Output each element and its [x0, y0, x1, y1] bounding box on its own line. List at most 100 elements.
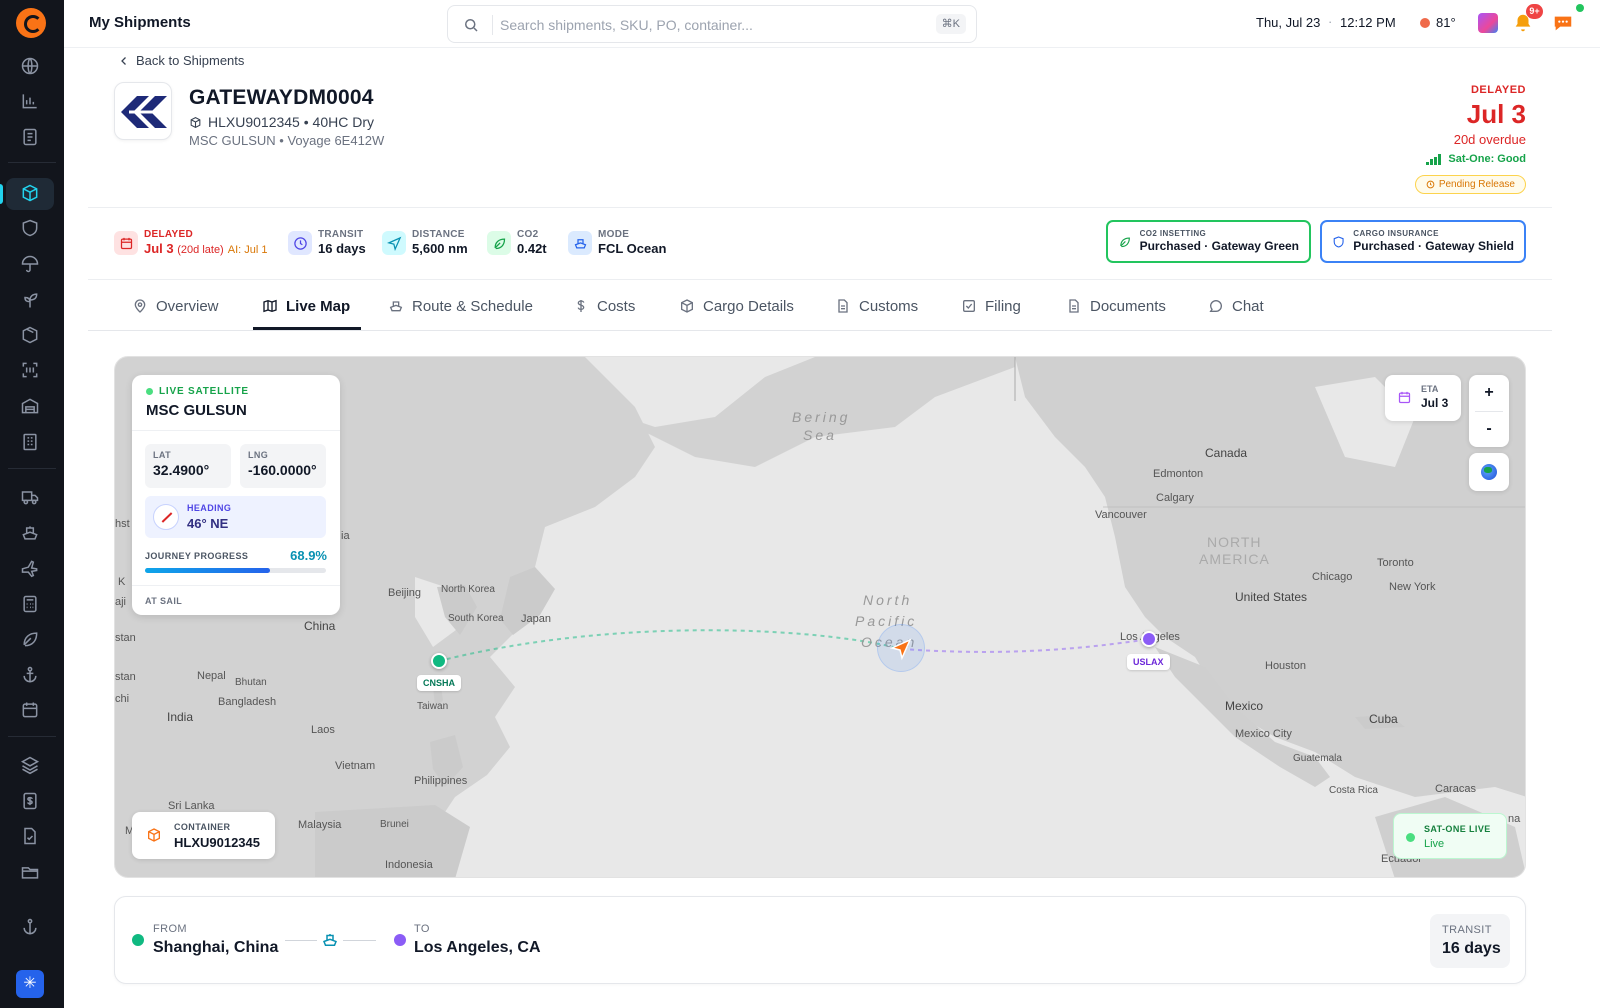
sprout-icon[interactable] — [18, 288, 42, 312]
map-label: China — [304, 619, 336, 633]
metric-transit: TRANSIT 16 days — [288, 227, 366, 259]
container-number: HLXU9012345 — [174, 835, 260, 850]
lat-label: LAT — [153, 450, 172, 460]
route-line — [343, 940, 376, 941]
container-label: CONTAINER — [174, 822, 231, 832]
map-label: Sri Lanka — [168, 800, 215, 812]
search-shortcut: ⌘K — [935, 14, 966, 34]
plane-icon[interactable] — [18, 556, 42, 580]
building-icon[interactable] — [18, 430, 42, 454]
app-launcher-icon[interactable] — [1478, 13, 1498, 33]
sat-status: Sat-One: Good — [1426, 153, 1526, 165]
metric-label: DELAYED — [144, 228, 193, 240]
invoice-icon[interactable] — [18, 789, 42, 813]
search-divider — [492, 15, 493, 35]
tab-documents[interactable]: Documents — [1066, 281, 1166, 331]
journey-progress-fill — [145, 568, 270, 573]
heading-box: HEADING 46° NE — [145, 496, 326, 538]
live-dot-icon — [1406, 833, 1415, 842]
destination-port-marker[interactable] — [1141, 631, 1157, 647]
scan-icon[interactable] — [18, 358, 42, 382]
sat-one-live-value: Live — [1424, 838, 1445, 850]
zoom-out-button[interactable]: - — [1469, 411, 1509, 447]
anchor-settings-icon[interactable] — [18, 915, 42, 939]
umbrella-icon[interactable] — [18, 252, 42, 276]
tab-label: Filing — [985, 297, 1021, 315]
map-label: Bering — [792, 409, 851, 425]
file-check-icon[interactable] — [18, 824, 42, 848]
cargo-insurance-card[interactable]: CARGO INSURANCE Purchased · Gateway Shie… — [1320, 220, 1526, 263]
vessel-voyage: MSC GULSUN • Voyage 6E412W — [189, 133, 385, 148]
destination-dot-icon — [394, 934, 406, 946]
calculator-icon[interactable] — [18, 592, 42, 616]
vessel-arrow-icon[interactable] — [889, 637, 913, 661]
document-list-icon[interactable] — [18, 125, 42, 149]
anchor-icon[interactable] — [18, 663, 42, 687]
shipments-box-icon[interactable] — [18, 181, 42, 205]
eta-card: ETA Jul 3 — [1385, 375, 1461, 421]
signal-bars-icon — [1426, 153, 1442, 165]
longitude-box: LNG -160.0000° — [240, 444, 326, 488]
vessel-state: AT SAIL — [145, 596, 183, 606]
warehouse-icon[interactable] — [18, 394, 42, 418]
brand-logo[interactable] — [16, 8, 46, 38]
map-label: India — [167, 710, 194, 724]
globe-icon[interactable] — [18, 54, 42, 78]
tab-costs[interactable]: Costs — [573, 281, 635, 331]
tab-live-map[interactable]: Live Map — [262, 281, 350, 331]
lat-value: 32.4900° — [153, 462, 210, 478]
truck-icon[interactable] — [18, 485, 42, 509]
chat-bubble-icon[interactable] — [1552, 12, 1574, 34]
calendar-icon[interactable] — [18, 698, 42, 722]
weather-indicator-icon — [1420, 18, 1430, 28]
origin-port-marker[interactable] — [431, 653, 447, 669]
map-label: Vancouver — [1095, 509, 1147, 521]
tab-chat[interactable]: Chat — [1208, 281, 1264, 331]
pending-release-badge: Pending Release — [1414, 175, 1526, 194]
map-label: Houston — [1265, 660, 1306, 672]
assistant-sparkle-button[interactable]: ✳ — [16, 970, 44, 998]
current-time: 12:12 PM — [1340, 15, 1396, 30]
overdue-text: 20d overdue — [1453, 132, 1526, 147]
pending-release-text: Pending Release — [1438, 179, 1515, 190]
map-label: chi — [115, 693, 130, 705]
metric-delayed: DELAYED Jul 3 (20d late) AI: Jul 1 — [114, 227, 267, 259]
ship-icon — [323, 934, 337, 946]
ship-icon[interactable] — [18, 521, 42, 545]
layers-icon[interactable] — [18, 753, 42, 777]
shield-icon — [1333, 235, 1344, 248]
tab-overview[interactable]: Overview — [132, 281, 219, 331]
map-label: Mexico City — [1235, 728, 1292, 740]
zoom-controls: + - — [1469, 375, 1509, 447]
package-icon[interactable] — [18, 323, 42, 347]
to-value: Los Angeles, CA — [414, 939, 541, 956]
map-label: Costa Rica — [1329, 785, 1378, 796]
co2-insetting-card[interactable]: CO2 INSETTING Purchased · Gateway Green — [1106, 220, 1311, 263]
map-label: Cuba — [1369, 712, 1398, 726]
map-label: Toronto — [1377, 557, 1414, 569]
tab-customs[interactable]: Customs — [835, 281, 918, 331]
shield-icon[interactable] — [18, 216, 42, 240]
tab-route-schedule[interactable]: Route & Schedule — [388, 281, 533, 331]
folder-icon[interactable] — [18, 860, 42, 884]
tab-label: Live Map — [286, 297, 351, 315]
zoom-in-button[interactable]: + — [1469, 375, 1509, 411]
checkbox-icon — [963, 300, 975, 312]
leaf-icon[interactable] — [18, 627, 42, 651]
back-link-label: Back to Shipments — [136, 53, 245, 68]
tab-cargo-details[interactable]: Cargo Details — [679, 281, 794, 331]
tab-filing[interactable]: Filing — [961, 281, 1021, 331]
live-map[interactable]: Bering Sea North Pacific Ocean Canada Ed… — [114, 356, 1526, 878]
back-to-shipments-link[interactable]: Back to Shipments — [118, 53, 244, 68]
search-bar[interactable]: ⌘K — [447, 5, 977, 43]
globe-view-button[interactable] — [1469, 453, 1509, 491]
container-box-icon — [190, 116, 201, 128]
map-label: na — [1508, 813, 1521, 825]
map-label: Vietnam — [335, 760, 376, 772]
map-label: Caracas — [1435, 783, 1476, 795]
transit-box: TRANSIT 16 days — [1430, 914, 1510, 968]
analytics-icon[interactable] — [18, 89, 42, 113]
navigation-arrow-icon — [382, 231, 406, 255]
late-text: (20d late) — [177, 243, 224, 256]
search-input[interactable] — [500, 14, 910, 36]
